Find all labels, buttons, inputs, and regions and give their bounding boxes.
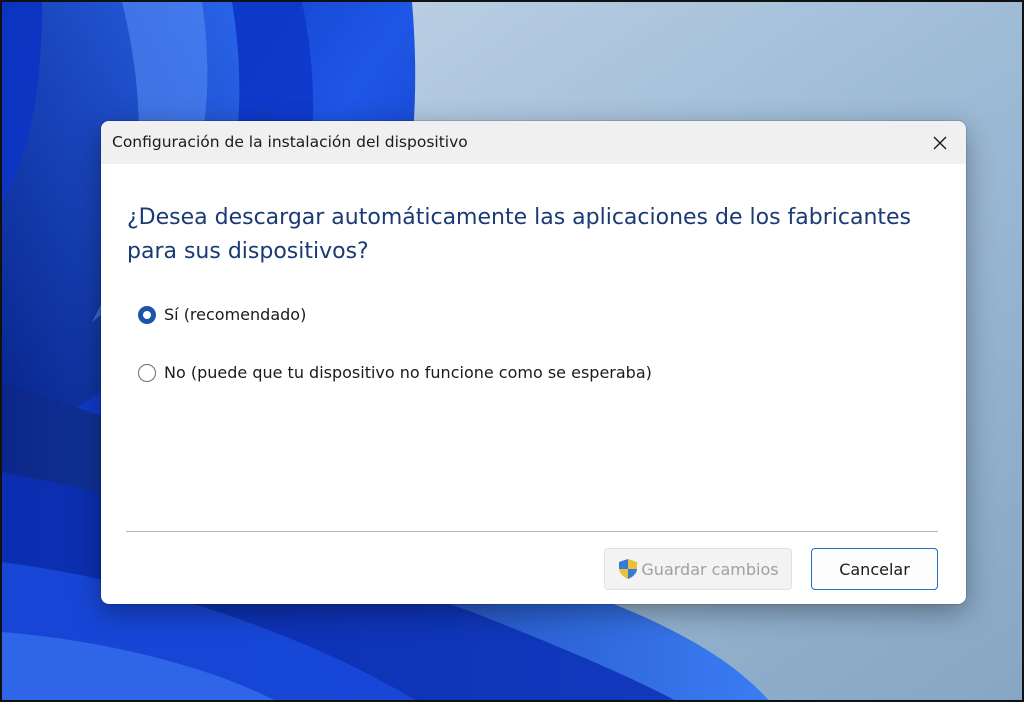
option-no[interactable]: No (puede que tu dispositivo no funcione… — [138, 363, 652, 382]
cancel-button[interactable]: Cancelar — [811, 548, 938, 590]
close-button[interactable] — [926, 129, 954, 157]
save-changes-label: Guardar cambios — [641, 559, 779, 579]
device-installation-settings-dialog: Configuración de la instalación del disp… — [101, 121, 966, 604]
option-yes-label: Sí (recomendado) — [164, 305, 307, 324]
desktop: Configuración de la instalación del disp… — [0, 0, 1024, 702]
radio-yes[interactable] — [138, 305, 156, 324]
save-changes-button[interactable]: Guardar cambios — [604, 548, 792, 590]
divider — [126, 531, 938, 532]
close-icon — [933, 136, 947, 150]
radio-no[interactable] — [138, 363, 156, 382]
option-no-label: No (puede que tu dispositivo no funcione… — [164, 363, 652, 382]
dialog-question: ¿Desea descargar automáticamente las apl… — [127, 205, 912, 264]
dialog-title: Configuración de la instalación del disp… — [112, 133, 468, 151]
cancel-label: Cancelar — [839, 559, 910, 579]
option-yes-recommended[interactable]: Sí (recomendado) — [138, 305, 306, 324]
dialog-titlebar: Configuración de la instalación del disp… — [101, 121, 966, 164]
uac-shield-icon — [617, 558, 639, 580]
